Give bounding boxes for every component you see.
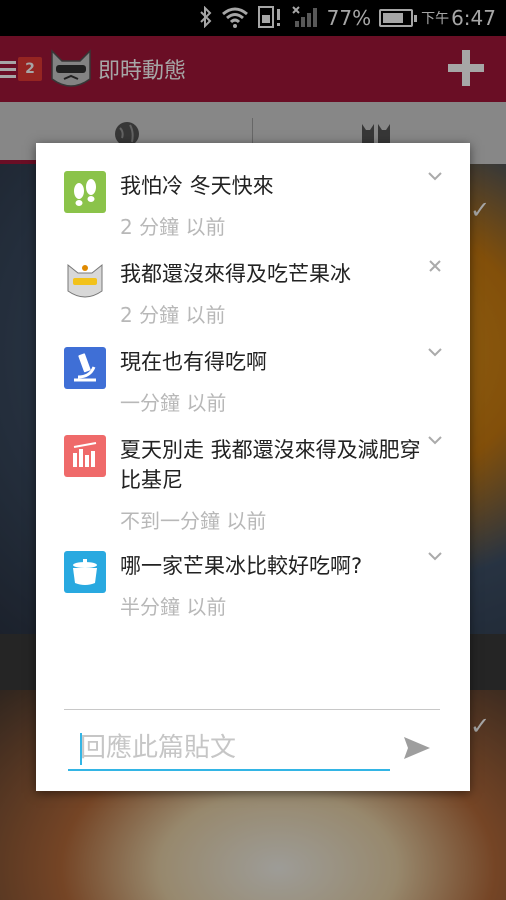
comment-text: 現在也有得吃啊 xyxy=(120,350,267,374)
cat-avatar-icon xyxy=(67,263,103,298)
comment-text: 夏天別走 我都還沒來得及減肥穿比基尼 xyxy=(120,438,421,492)
chevron-down-icon[interactable] xyxy=(428,551,442,563)
comment-time: 一分鐘 以前 xyxy=(120,391,227,415)
microscope-icon xyxy=(64,347,106,389)
comment-text: 我都還沒來得及吃芒果冰 xyxy=(120,262,351,286)
text-cursor xyxy=(80,733,82,765)
reply-input[interactable] xyxy=(68,727,390,771)
comment-time: 2 分鐘 以前 xyxy=(120,215,226,239)
chevron-down-icon[interactable] xyxy=(428,435,442,447)
comment-time: 半分鐘 以前 xyxy=(120,595,227,619)
pot-icon xyxy=(64,551,106,593)
chevron-down-icon[interactable] xyxy=(428,171,442,183)
footprints-icon xyxy=(64,171,106,213)
close-icon[interactable] xyxy=(428,259,442,273)
reply-divider xyxy=(64,709,440,710)
send-icon[interactable] xyxy=(402,733,432,763)
comment-time: 2 分鐘 以前 xyxy=(120,303,226,327)
comment-time: 不到一分鐘 以前 xyxy=(120,509,267,533)
chart-icon xyxy=(64,435,106,477)
comments-dialog: 我怕冷 冬天快來 2 分鐘 以前 我都還沒來得及吃芒果冰 2 分鐘 以前 現在也… xyxy=(36,143,470,791)
comment-text: 哪一家芒果冰比較好吃啊? xyxy=(120,554,363,578)
chevron-down-icon[interactable] xyxy=(428,347,442,359)
comment-text: 我怕冷 冬天快來 xyxy=(120,174,274,198)
